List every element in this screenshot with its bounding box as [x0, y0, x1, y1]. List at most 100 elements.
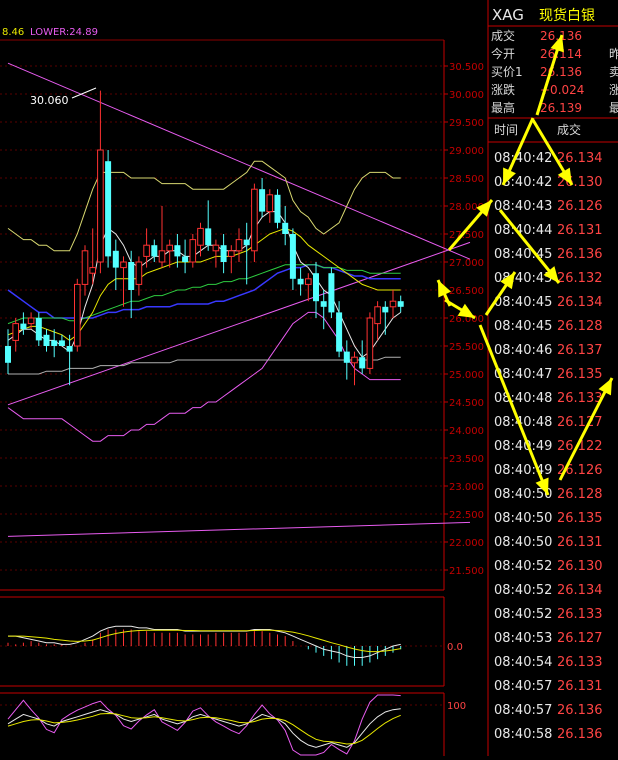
tick-price: 26.135	[557, 367, 603, 382]
candle-body	[297, 278, 304, 285]
candle	[328, 267, 335, 318]
candle	[320, 290, 327, 330]
tick-price: 26.131	[557, 223, 603, 238]
candle	[305, 273, 312, 302]
candle-body	[27, 317, 35, 325]
symbol-code: XAG	[492, 6, 524, 24]
candle-body	[89, 267, 97, 274]
tick-time: 08:40:46	[494, 343, 552, 358]
tick-price: 26.131	[557, 679, 603, 694]
candle	[297, 267, 304, 296]
tick-price: 26.126	[557, 199, 603, 214]
candle-body	[343, 351, 350, 363]
tick-time: 08:40:57	[494, 679, 552, 694]
candle	[336, 301, 343, 358]
candle-body	[243, 239, 250, 246]
candle-body	[228, 250, 235, 257]
candle	[282, 206, 289, 246]
tick-time: 08:40:50	[494, 511, 552, 526]
y-axis-ticks: 30.50030.00029.50029.00028.50028.00027.5…	[444, 62, 484, 577]
candle-body	[205, 228, 212, 246]
candle-body	[43, 334, 50, 346]
tick-price: 26.133	[557, 607, 603, 622]
y-tick-label: 22.000	[449, 538, 484, 549]
tick-price: 26.134	[557, 295, 603, 310]
indicator-mid-value: 8.46	[2, 27, 24, 38]
tick-price: 26.133	[557, 391, 603, 406]
candle	[120, 256, 127, 307]
tick-price: 26.128	[557, 487, 603, 502]
candle	[397, 295, 404, 313]
candle-body	[351, 356, 358, 364]
candle	[35, 312, 42, 346]
candle-body	[81, 250, 89, 285]
tick-time: 08:40:57	[494, 703, 552, 718]
candle	[212, 239, 220, 268]
candle	[97, 90, 104, 274]
candle-body	[197, 227, 204, 246]
candle	[259, 178, 266, 218]
candle-body	[389, 300, 397, 308]
candle	[366, 312, 374, 374]
candle	[235, 228, 243, 262]
ticks-header-time: 时间	[494, 123, 518, 137]
long-ma-line	[8, 356, 401, 375]
candle	[389, 290, 397, 318]
candle	[205, 200, 212, 251]
candle	[220, 234, 227, 274]
candle	[351, 351, 358, 386]
candle	[197, 222, 204, 257]
quote-label: 最高	[491, 100, 515, 115]
y-tick-label: 22.500	[449, 510, 484, 521]
y-tick-label: 24.500	[449, 398, 484, 409]
candle-body	[105, 161, 112, 257]
tick-time: 08:40:44	[494, 223, 552, 238]
candle-body	[374, 306, 381, 325]
tick-time: 08:40:52	[494, 559, 552, 574]
candle-body	[20, 323, 27, 330]
tick-price: 26.134	[557, 151, 603, 166]
tick-price: 26.127	[557, 415, 603, 430]
candle-body	[305, 278, 312, 285]
candle	[112, 239, 119, 290]
tick-time: 08:40:45	[494, 247, 552, 262]
candle-body	[35, 318, 42, 341]
tick-time: 08:40:49	[494, 439, 552, 454]
macd-zero-tick: 0.0	[447, 642, 463, 653]
candle-body	[289, 234, 296, 279]
kdj-panel	[0, 694, 444, 756]
candle-body	[282, 222, 289, 234]
candle-body	[366, 317, 374, 369]
candle-body	[97, 149, 104, 263]
candle-body	[274, 194, 281, 223]
y-tick-label: 27.000	[449, 258, 484, 269]
candle	[359, 340, 366, 374]
candle	[151, 239, 158, 262]
y-tick-label: 29.500	[449, 118, 484, 129]
candle-body	[158, 250, 166, 263]
candlesticks	[5, 90, 404, 386]
tick-price: 26.127	[557, 631, 603, 646]
tick-time: 08:40:42	[494, 151, 552, 166]
candle-body	[174, 245, 181, 257]
trendline	[7, 521, 471, 537]
tick-time: 08:40:53	[494, 631, 552, 646]
candle-body	[58, 340, 65, 346]
candle-body	[235, 239, 243, 252]
candle	[5, 329, 11, 374]
tick-time: 08:40:45	[494, 295, 552, 310]
y-tick-label: 30.500	[449, 62, 484, 73]
quote-label: 今开	[491, 46, 515, 61]
candle-body	[120, 261, 127, 269]
kdj-d-line	[7, 712, 401, 745]
candle-body	[5, 346, 11, 363]
y-tick-label: 25.500	[449, 342, 484, 353]
candle	[66, 334, 73, 386]
quote-extra-label: 卖	[609, 65, 618, 79]
tick-price: 26.133	[557, 655, 603, 670]
candle	[228, 245, 235, 274]
indicator-lower-label: LOWER:24.89	[30, 27, 98, 38]
candle	[166, 239, 173, 268]
candle	[343, 340, 350, 380]
kdj-100-tick: 100	[447, 701, 466, 712]
